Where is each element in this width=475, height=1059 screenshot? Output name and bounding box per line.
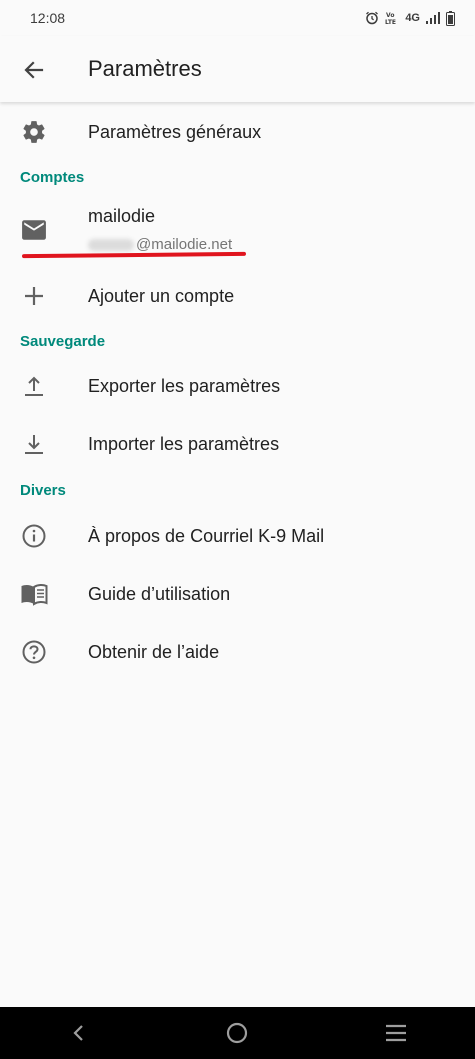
back-button[interactable]: [18, 54, 50, 86]
book-icon: [20, 580, 48, 608]
battery-icon: [446, 10, 455, 26]
user-guide-item[interactable]: Guide d’utilisation: [0, 568, 475, 620]
nav-menu-icon: [385, 1024, 406, 1042]
alarm-icon: [366, 11, 379, 25]
general-settings-label: Paramètres généraux: [88, 121, 262, 142]
add-account-item[interactable]: Ajouter un compte: [0, 270, 475, 322]
svg-text:Vo: Vo: [386, 12, 394, 19]
mail-icon: [20, 216, 48, 244]
about-item[interactable]: À propos de Courriel K-9 Mail: [0, 510, 475, 562]
account-name: mailodie: [88, 206, 156, 226]
nav-back-icon: [73, 1025, 83, 1041]
user-guide-label: Guide d’utilisation: [88, 583, 231, 604]
help-label: Obtenir de l’aide: [88, 641, 220, 662]
add-account-label: Ajouter un compte: [88, 285, 235, 306]
section-header-misc: Divers: [20, 482, 66, 499]
export-settings-item[interactable]: Exporter les paramètres: [0, 360, 475, 412]
status-icons: Vo LTE 4G: [365, 10, 455, 26]
about-label: À propos de Courriel K-9 Mail: [88, 525, 325, 546]
account-email-domain: @mailodie.net: [136, 236, 233, 253]
volte-icon: Vo LTE: [385, 12, 396, 25]
status-time: 12:08: [30, 10, 66, 26]
section-header-accounts: Comptes: [20, 169, 85, 186]
import-settings-label: Importer les paramètres: [88, 433, 280, 454]
status-bar: 12:08 Vo LTE 4G: [0, 0, 475, 36]
app-toolbar: Paramètres: [0, 36, 475, 102]
general-settings-item[interactable]: Paramètres généraux: [0, 106, 475, 158]
section-header-backup: Sauvegarde: [20, 333, 106, 350]
gear-icon: [20, 118, 48, 146]
arrow-back-icon: [24, 61, 44, 79]
nav-home-button[interactable]: [213, 1009, 261, 1057]
svg-text:LTE: LTE: [385, 19, 396, 25]
network-type: 4G: [405, 12, 420, 24]
download-icon: [20, 430, 48, 458]
help-item[interactable]: Obtenir de l’aide: [0, 626, 475, 678]
system-nav-bar: [0, 1007, 475, 1059]
plus-icon: [20, 282, 48, 310]
import-settings-item[interactable]: Importer les paramètres: [0, 418, 475, 470]
upload-icon: [20, 372, 48, 400]
info-icon: [20, 522, 48, 550]
help-icon: [20, 638, 48, 666]
page-title: Paramètres: [88, 56, 202, 81]
export-settings-label: Exporter les paramètres: [88, 375, 281, 396]
nav-menu-button[interactable]: [372, 1009, 420, 1057]
nav-back-button[interactable]: [55, 1009, 103, 1057]
redacted-username: [88, 238, 134, 251]
signal-icon: [426, 12, 440, 24]
account-email: @mailodie.net: [88, 236, 232, 253]
nav-home-icon: [227, 1022, 248, 1044]
